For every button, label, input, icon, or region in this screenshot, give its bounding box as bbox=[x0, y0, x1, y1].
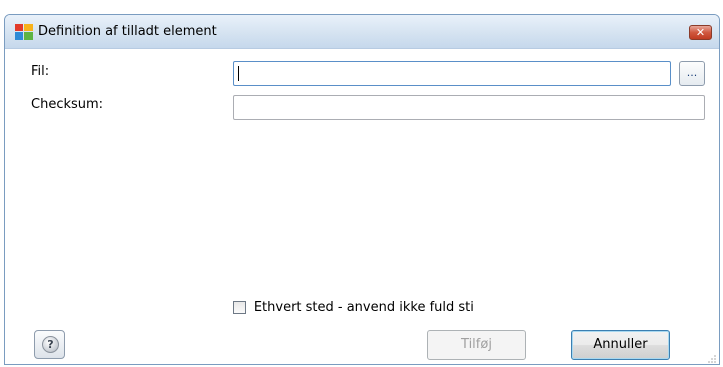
anywhere-checkbox-label[interactable]: Ethvert sted - anvend ikke fuld sti bbox=[254, 300, 474, 315]
text-caret bbox=[238, 66, 239, 81]
file-input[interactable] bbox=[233, 61, 671, 86]
checksum-label: Checksum: bbox=[31, 97, 104, 112]
anywhere-option[interactable]: Ethvert sted - anvend ikke fuld sti bbox=[233, 300, 474, 316]
add-button[interactable]: Tilføj bbox=[427, 330, 526, 360]
title-bar[interactable]: Definition af tilladt element ✕ bbox=[5, 15, 719, 49]
window-title: Definition af tilladt element bbox=[38, 24, 217, 39]
avg-logo-icon bbox=[15, 24, 33, 40]
anywhere-checkbox[interactable] bbox=[233, 301, 246, 314]
file-label: Fil: bbox=[31, 64, 50, 79]
resize-grip-icon[interactable] bbox=[707, 354, 717, 364]
cancel-button[interactable]: Annuller bbox=[571, 330, 670, 360]
ellipsis-icon: ... bbox=[686, 66, 698, 79]
checksum-input[interactable] bbox=[233, 95, 705, 120]
dialog-content: Fil: ... Checksum: Ethvert sted - anvend… bbox=[5, 50, 719, 364]
dialog-window: Definition af tilladt element ✕ Fil: ...… bbox=[4, 14, 720, 365]
close-icon: ✕ bbox=[695, 26, 706, 39]
browse-button[interactable]: ... bbox=[679, 61, 705, 86]
help-icon: ? bbox=[42, 336, 59, 353]
close-button[interactable]: ✕ bbox=[689, 25, 712, 40]
help-button[interactable]: ? bbox=[34, 330, 65, 359]
